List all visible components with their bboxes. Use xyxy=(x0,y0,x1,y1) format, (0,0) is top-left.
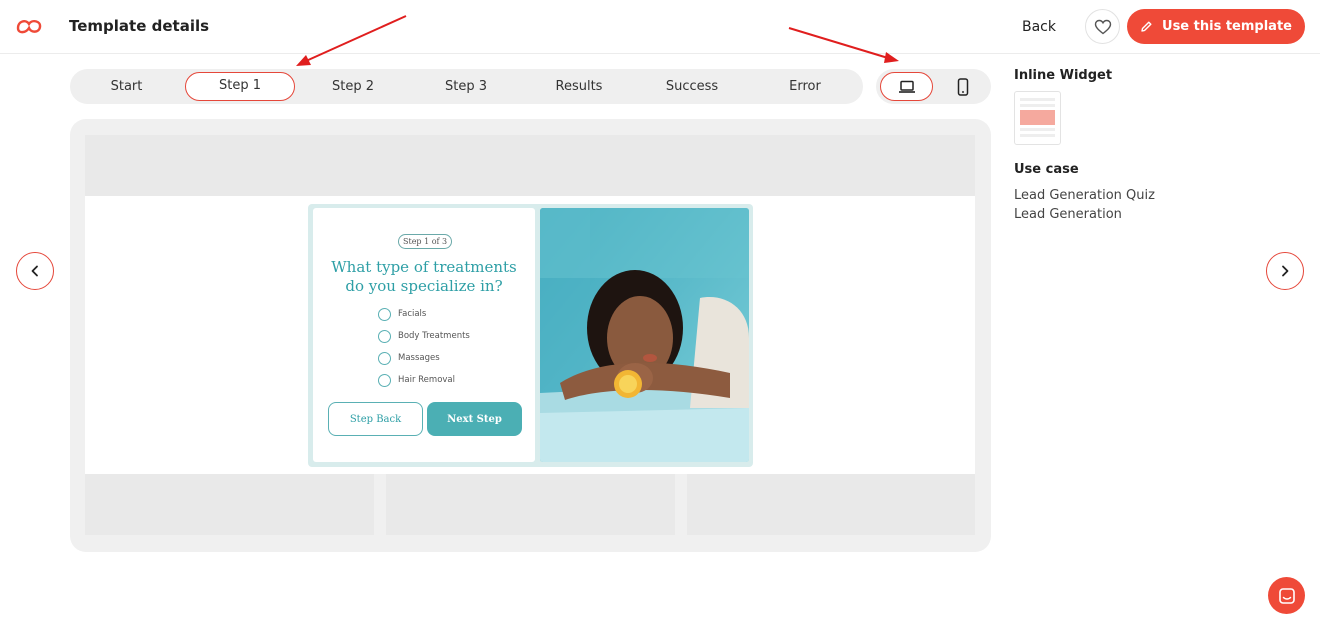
template-preview: Step 1 of 3 What type of treatments do y… xyxy=(70,119,991,552)
next-step-button[interactable]: Next Step xyxy=(427,402,522,436)
back-button[interactable]: Back xyxy=(1012,10,1066,44)
radio-button[interactable] xyxy=(378,373,391,387)
tab-error[interactable]: Error xyxy=(749,72,861,101)
tab-step-2[interactable]: Step 2 xyxy=(297,72,409,101)
pencil-icon xyxy=(1141,21,1152,32)
logo-icon[interactable] xyxy=(14,15,44,37)
tab-success[interactable]: Success xyxy=(636,72,748,101)
inline-widget-icon xyxy=(1020,98,1055,137)
placeholder-header-block xyxy=(85,135,975,196)
placeholder-block xyxy=(85,474,374,535)
previous-template-button[interactable] xyxy=(16,252,54,290)
page-title: Template details xyxy=(69,17,210,35)
tab-results[interactable]: Results xyxy=(523,72,635,101)
option-body-treatments[interactable]: Body Treatments xyxy=(378,329,470,343)
option-massages[interactable]: Massages xyxy=(378,351,440,365)
annotation-arrowhead-step1 xyxy=(296,55,311,66)
option-hair-removal[interactable]: Hair Removal xyxy=(378,373,455,387)
quiz-form: Step 1 of 3 What type of treatments do y… xyxy=(313,208,535,462)
chat-support-button[interactable] xyxy=(1268,577,1305,614)
favorite-button[interactable] xyxy=(1085,9,1120,44)
desktop-view-button[interactable] xyxy=(880,72,933,101)
tab-step-1[interactable]: Step 1 xyxy=(185,72,295,101)
chat-icon xyxy=(1278,587,1295,604)
model-photo xyxy=(540,208,749,462)
question-line: What type of treatments xyxy=(331,258,517,276)
option-label: Body Treatments xyxy=(398,331,470,341)
device-toggle xyxy=(876,69,991,104)
question-line: do you specialize in? xyxy=(345,277,503,295)
step-back-button[interactable]: Step Back xyxy=(328,402,423,436)
tab-start[interactable]: Start xyxy=(70,72,183,101)
use-case-item: Lead Generation xyxy=(1014,207,1122,222)
radio-button[interactable] xyxy=(378,351,391,365)
placeholder-block xyxy=(386,474,675,535)
widget-type-heading: Inline Widget xyxy=(1014,68,1113,83)
use-case-heading: Use case xyxy=(1014,162,1079,177)
laptop-icon xyxy=(898,80,915,93)
step-indicator: Step 1 of 3 xyxy=(398,234,453,249)
chevron-right-icon xyxy=(1282,265,1289,277)
step-tabs: Start Step 1 Step 2 Step 3 Results Succe… xyxy=(70,69,863,104)
quiz-widget: Step 1 of 3 What type of treatments do y… xyxy=(308,204,753,467)
chevron-left-icon xyxy=(31,265,38,277)
question-title: What type of treatments do you specializ… xyxy=(321,258,527,296)
mobile-view-button[interactable] xyxy=(938,72,988,101)
radio-button[interactable] xyxy=(378,307,391,321)
top-header: Template details Back Use this template xyxy=(0,0,1320,54)
option-facials[interactable]: Facials xyxy=(378,307,426,321)
radio-button[interactable] xyxy=(378,329,391,343)
tab-step-3[interactable]: Step 3 xyxy=(410,72,522,101)
option-label: Massages xyxy=(398,353,440,363)
phone-icon xyxy=(957,77,969,96)
next-template-button[interactable] xyxy=(1266,252,1304,290)
option-label: Facials xyxy=(398,309,427,319)
widget-type-thumbnail[interactable] xyxy=(1014,91,1061,145)
use-template-button[interactable]: Use this template xyxy=(1127,9,1305,44)
heart-icon xyxy=(1094,19,1111,34)
use-template-label: Use this template xyxy=(1162,19,1292,34)
option-label: Hair Removal xyxy=(398,375,455,385)
use-case-item: Lead Generation Quiz xyxy=(1014,188,1155,203)
placeholder-block xyxy=(687,474,975,535)
